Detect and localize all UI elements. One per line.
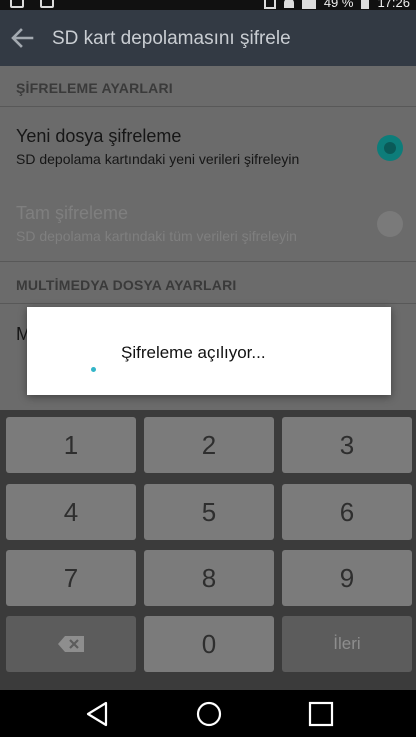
option-subtitle: SD depolama kartındaki yeni verileri şif… <box>16 151 300 167</box>
option-new-file-encryption[interactable]: Yeni dosya şifreleme SD depolama kartınd… <box>16 126 356 167</box>
backspace-key[interactable] <box>6 616 136 672</box>
clock: 17:26 <box>377 0 410 10</box>
key-9[interactable]: 9 <box>282 550 412 606</box>
key-2[interactable]: 2 <box>144 417 274 473</box>
key-4[interactable]: 4 <box>6 484 136 540</box>
key-6[interactable]: 6 <box>282 484 412 540</box>
vibrate-icon <box>263 0 276 9</box>
progress-dialog: Şifreleme açılıyor... <box>27 307 391 395</box>
key-3[interactable]: 3 <box>282 417 412 473</box>
option-title: Tam şifreleme <box>16 203 129 223</box>
key-1[interactable]: 1 <box>6 417 136 473</box>
radio-new-file-encryption[interactable] <box>377 135 403 161</box>
key-0[interactable]: 0 <box>144 616 274 672</box>
arrow-back-icon[interactable] <box>8 24 36 52</box>
backspace-icon <box>58 636 84 652</box>
nav-home-icon[interactable] <box>195 700 223 728</box>
numeric-keypad: 1 2 3 4 5 6 7 8 9 0 İleri <box>0 410 416 690</box>
page-title: SD kart depolamasını şifrele <box>52 28 291 49</box>
key-7[interactable]: 7 <box>6 550 136 606</box>
signal-icon <box>301 0 316 9</box>
dialog-message: Şifreleme açılıyor... <box>121 343 266 362</box>
wifi-icon <box>283 0 294 8</box>
notification-icon <box>10 0 24 8</box>
navigation-bar <box>0 690 416 737</box>
divider <box>0 303 416 304</box>
radio-full-encryption <box>377 211 403 237</box>
section-header-encryption: ŞİFRELEME AYARLARI <box>16 80 173 96</box>
option-title: Yeni dosya şifreleme <box>16 126 182 146</box>
option-subtitle: SD depolama kartındaki tüm verileri şifr… <box>16 228 297 244</box>
key-8[interactable]: 8 <box>144 550 274 606</box>
key-5[interactable]: 5 <box>144 484 274 540</box>
status-bar: 49 % 17:26 <box>0 0 416 10</box>
section-header-multimedia: MULTİMEDYA DOSYA AYARLARI <box>16 277 237 293</box>
image-notification-icon <box>40 0 54 8</box>
progress-spinner-icon <box>91 367 96 372</box>
battery-text: 49 % <box>323 0 354 10</box>
option-full-encryption: Tam şifreleme SD depolama kartındaki tüm… <box>16 203 356 244</box>
battery-icon <box>361 0 370 9</box>
divider <box>0 261 416 262</box>
next-button[interactable]: İleri <box>282 616 412 672</box>
app-bar: SD kart depolamasını şifrele <box>0 10 416 66</box>
divider <box>0 106 416 107</box>
nav-back-icon[interactable] <box>84 700 112 728</box>
nav-recents-icon[interactable] <box>307 700 335 728</box>
